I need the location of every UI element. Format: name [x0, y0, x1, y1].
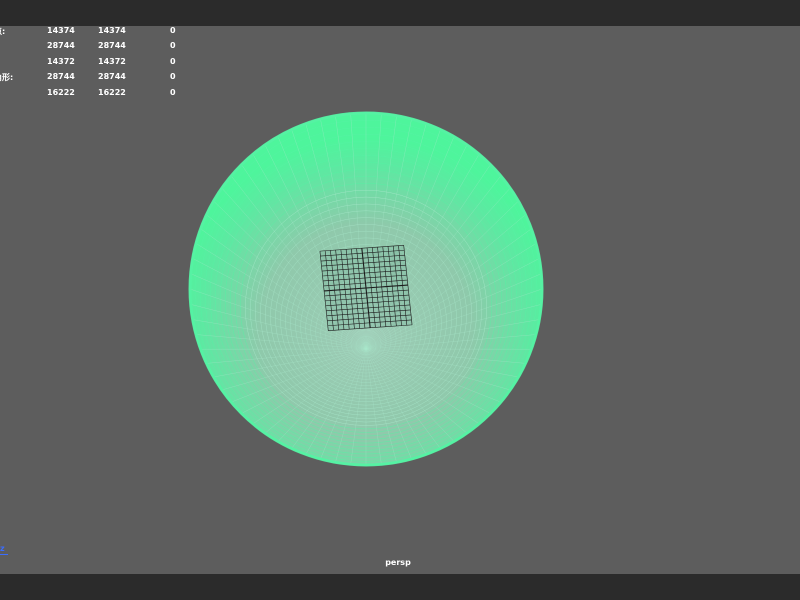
hud-value: 14374 [98, 26, 126, 35]
bottom-toolbar [0, 574, 800, 600]
view-axis-indicator [0, 554, 8, 555]
hud-value: 0 [170, 41, 176, 50]
hud-label: 点: [0, 27, 6, 36]
wireframe-mesh-canvas[interactable] [0, 26, 800, 574]
hud-label: 角形: [0, 73, 14, 82]
hud-value: 28744 [47, 72, 75, 81]
hud-value: 16222 [98, 88, 126, 97]
hud-value: 0 [170, 57, 176, 66]
perspective-viewport[interactable]: 点: 14374 14374 0 28744 28744 0 14372 143… [0, 26, 800, 574]
hud-value: 14372 [98, 57, 126, 66]
view-axis-z-label: z [0, 544, 5, 553]
hud-value: 28744 [98, 72, 126, 81]
hud-value: 16222 [47, 88, 75, 97]
hud-value: 14374 [47, 26, 75, 35]
hud-value: 0 [170, 72, 176, 81]
top-toolbar [0, 0, 800, 26]
hud-value: 28744 [98, 41, 126, 50]
hud-value: 28744 [47, 41, 75, 50]
hud-value: 0 [170, 88, 176, 97]
hud-value: 14372 [47, 57, 75, 66]
grid-plane[interactable] [319, 244, 413, 332]
hud-value: 0 [170, 26, 176, 35]
camera-name-label: persp [385, 558, 411, 567]
